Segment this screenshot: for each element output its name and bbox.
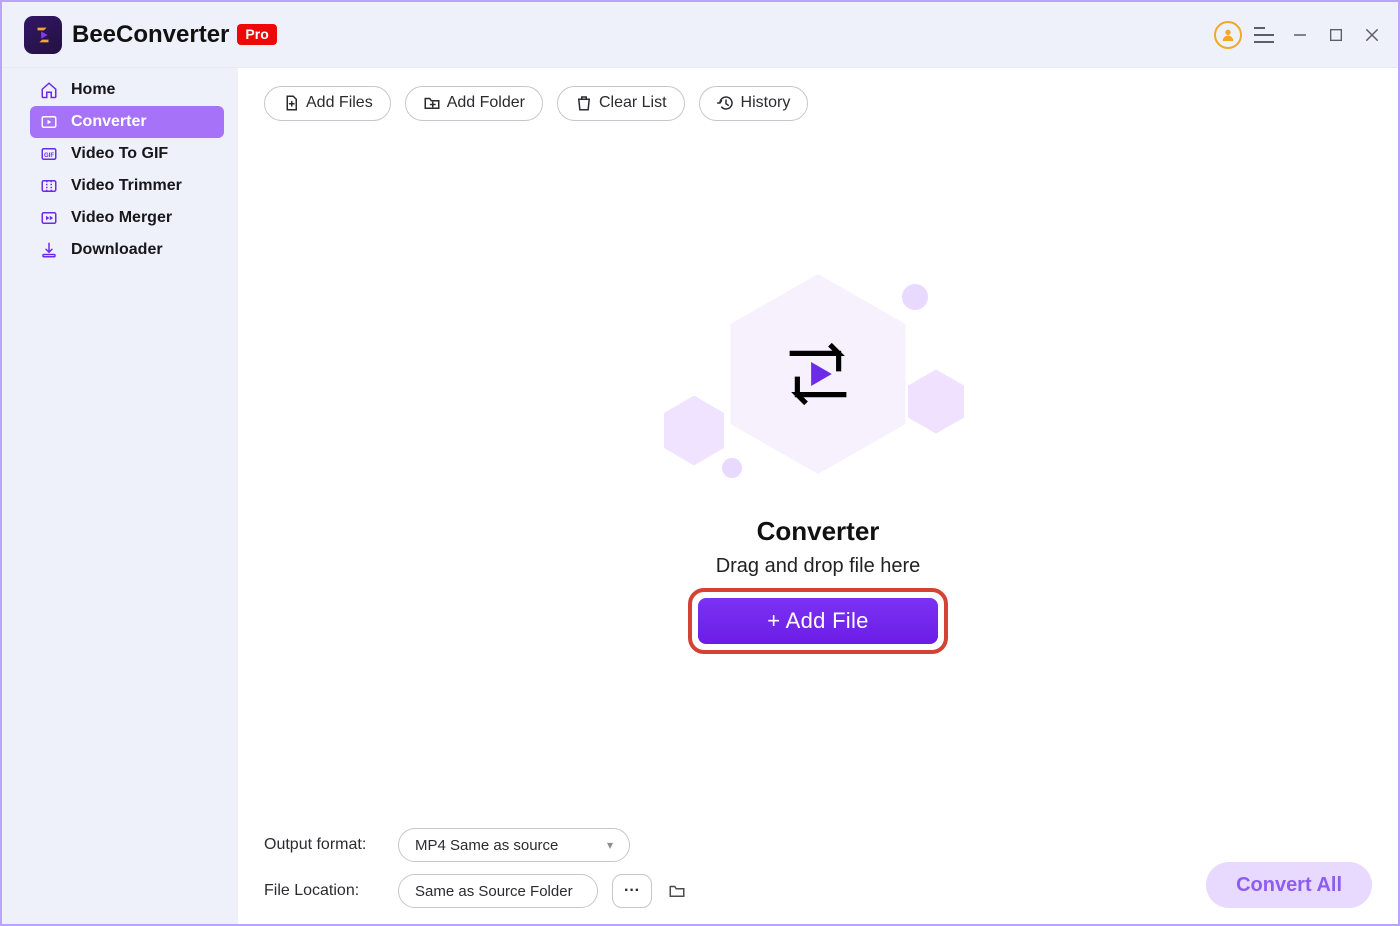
download-icon: [40, 241, 58, 259]
trimmer-icon: [40, 177, 58, 195]
account-button[interactable]: [1210, 17, 1246, 53]
select-value: Same as Source Folder: [415, 883, 573, 900]
add-file-highlight: + Add File: [688, 588, 948, 654]
footer: Output format: MP4 Same as source ▾ File…: [238, 819, 1398, 924]
close-button[interactable]: [1354, 17, 1390, 53]
output-format-label: Output format:: [264, 836, 384, 854]
sidebar-item-label: Video Merger: [71, 209, 172, 227]
button-label: Clear List: [599, 94, 667, 112]
history-button[interactable]: History: [699, 86, 809, 121]
sidebar-item-label: Home: [71, 81, 115, 99]
convert-glyph-icon: [775, 331, 861, 417]
history-icon: [717, 94, 735, 112]
button-label: History: [741, 94, 791, 112]
button-label: Add Folder: [447, 94, 525, 112]
sidebar-item-video-to-gif[interactable]: GIF Video To GIF: [30, 138, 224, 170]
add-file-button[interactable]: + Add File: [698, 598, 938, 644]
app-title: BeeConverter: [72, 21, 229, 49]
folder-add-icon: [423, 94, 441, 112]
chevron-down-icon: ▾: [607, 838, 613, 852]
file-location-more-button[interactable]: ···: [612, 874, 652, 908]
sidebar: Home Converter GIF Video To GIF Video Tr…: [2, 68, 238, 924]
open-folder-button[interactable]: [666, 882, 688, 900]
output-format-select[interactable]: MP4 Same as source ▾: [398, 828, 630, 862]
button-label: Add Files: [306, 94, 373, 112]
clear-list-button[interactable]: Clear List: [557, 86, 685, 121]
main-panel: Add Files Add Folder Clear List: [238, 68, 1398, 924]
sidebar-item-video-merger[interactable]: Video Merger: [30, 202, 224, 234]
gif-icon: GIF: [40, 145, 58, 163]
app-logo-icon: [24, 16, 62, 54]
app-window: BeeConverter Pro Home: [0, 0, 1400, 926]
sidebar-item-label: Converter: [71, 113, 147, 131]
sidebar-item-label: Video Trimmer: [71, 177, 182, 195]
hamburger-menu-button[interactable]: [1246, 17, 1282, 53]
file-location-label: File Location:: [264, 882, 384, 900]
maximize-icon: [1328, 27, 1344, 43]
button-label: Convert All: [1236, 874, 1342, 896]
file-location-select[interactable]: Same as Source Folder: [398, 874, 598, 908]
drop-zone[interactable]: Converter Drag and drop file here + Add …: [238, 138, 1398, 819]
merger-icon: [40, 209, 58, 227]
menu-icon: [1254, 27, 1274, 43]
maximize-button[interactable]: [1318, 17, 1354, 53]
ellipsis-icon: ···: [624, 882, 640, 900]
file-add-icon: [282, 94, 300, 112]
sidebar-item-home[interactable]: Home: [30, 74, 224, 106]
sidebar-item-converter[interactable]: Converter: [30, 106, 224, 138]
converter-icon: [40, 113, 58, 131]
select-value: MP4 Same as source: [415, 837, 558, 854]
sidebar-item-label: Video To GIF: [71, 145, 168, 163]
svg-text:GIF: GIF: [44, 153, 54, 159]
button-label: + Add File: [767, 608, 868, 634]
sidebar-item-downloader[interactable]: Downloader: [30, 234, 224, 266]
drop-zone-subtitle: Drag and drop file here: [716, 555, 921, 578]
app-body: Home Converter GIF Video To GIF Video Tr…: [2, 68, 1398, 924]
close-icon: [1363, 26, 1381, 44]
folder-icon: [666, 882, 688, 900]
home-icon: [40, 81, 58, 99]
add-folder-button[interactable]: Add Folder: [405, 86, 543, 121]
toolbar: Add Files Add Folder Clear List: [238, 68, 1398, 138]
drop-zone-illustration: [638, 264, 998, 484]
add-files-button[interactable]: Add Files: [264, 86, 391, 121]
pro-badge: Pro: [237, 24, 276, 45]
minimize-button[interactable]: [1282, 17, 1318, 53]
user-icon: [1214, 21, 1242, 49]
convert-all-button[interactable]: Convert All: [1206, 862, 1372, 908]
sidebar-item-video-trimmer[interactable]: Video Trimmer: [30, 170, 224, 202]
title-bar: BeeConverter Pro: [2, 2, 1398, 68]
trash-icon: [575, 94, 593, 112]
sidebar-item-label: Downloader: [71, 241, 163, 259]
drop-zone-title: Converter: [757, 516, 880, 547]
minimize-icon: [1291, 26, 1309, 44]
